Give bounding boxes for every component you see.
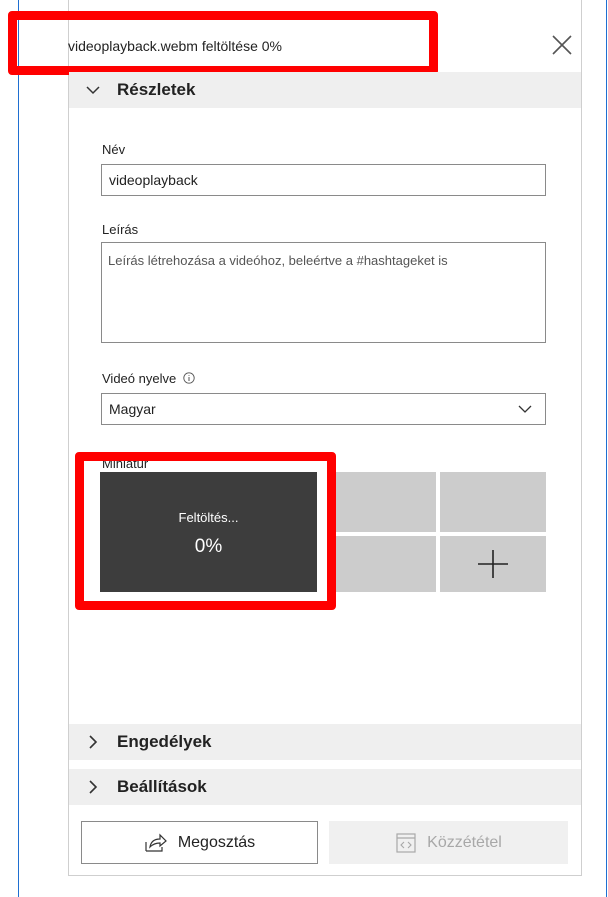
title-highlight-box xyxy=(8,11,438,75)
name-label: Név xyxy=(102,142,126,157)
section-details-header[interactable]: Részletek xyxy=(69,72,581,108)
share-button[interactable]: Megosztás xyxy=(81,821,318,864)
language-label-text: Videó nyelve xyxy=(102,371,177,386)
publish-icon xyxy=(396,832,416,853)
description-label: Leírás xyxy=(102,222,139,237)
window-edge-right xyxy=(606,0,607,897)
chevron-right-icon xyxy=(89,780,98,794)
chevron-down-icon xyxy=(86,86,100,95)
publish-button[interactable]: Közzététel xyxy=(329,821,568,864)
plus-icon xyxy=(478,550,508,578)
section-settings-header[interactable]: Beállítások xyxy=(69,769,581,805)
section-permissions-header[interactable]: Engedélyek xyxy=(69,724,581,760)
share-button-label: Megosztás xyxy=(177,833,256,851)
section-details-label: Részletek xyxy=(117,80,196,99)
window-edge-left xyxy=(18,0,19,897)
thumbnail-tile[interactable] xyxy=(336,472,436,532)
name-input[interactable]: videoplayback xyxy=(101,164,546,196)
thumbnail-highlight-box xyxy=(75,452,336,610)
thumbnail-tile[interactable] xyxy=(336,536,436,592)
share-icon xyxy=(145,833,167,852)
info-icon[interactable] xyxy=(183,372,195,384)
close-button[interactable] xyxy=(550,33,574,57)
section-settings-label: Beállítások xyxy=(117,777,207,796)
close-icon xyxy=(552,35,572,55)
thumbnail-tile[interactable] xyxy=(440,472,546,532)
chevron-right-icon xyxy=(89,735,98,749)
section-permissions-label: Engedélyek xyxy=(117,732,212,751)
publish-button-label: Közzététel xyxy=(427,833,502,851)
language-label: Videó nyelve xyxy=(102,371,195,386)
description-textarea[interactable]: Leírás létrehozása a videóhoz, beleértve… xyxy=(101,242,546,343)
add-thumbnail-button[interactable] xyxy=(440,536,546,592)
language-select-value: Magyar xyxy=(109,401,156,417)
language-select[interactable]: Magyar xyxy=(101,393,546,425)
chevron-down-icon xyxy=(518,405,532,413)
